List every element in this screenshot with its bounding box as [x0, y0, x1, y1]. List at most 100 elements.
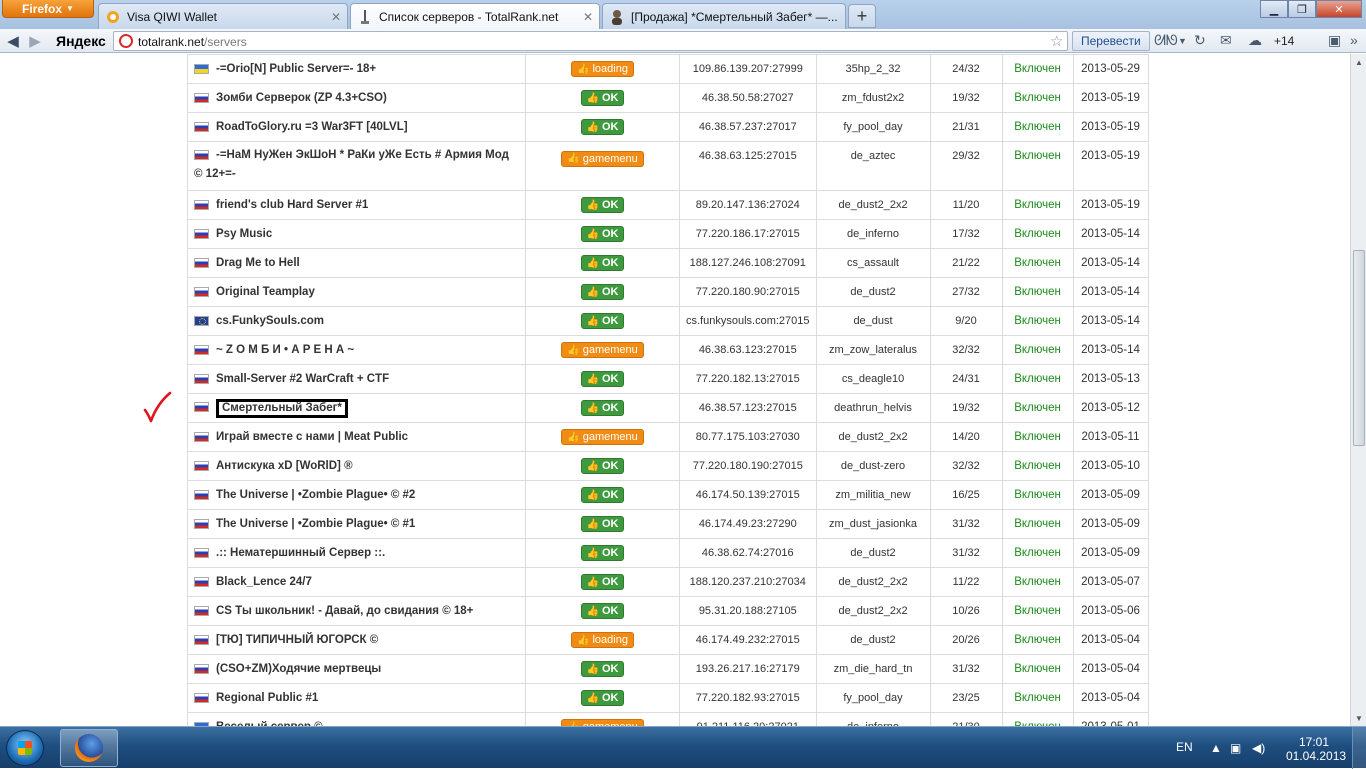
- table-row[interactable]: [ТЮ] ТИПИЧНЫЙ ЮГОРСК © 👍 loading 46.174.49.…: [187, 625, 1149, 655]
- tray-clock[interactable]: 17:01 01.04.2013: [1286, 735, 1346, 763]
- server-players-cell: 17/32: [929, 219, 1003, 249]
- scroll-up-icon[interactable]: ▲: [1351, 54, 1366, 70]
- bookmark-star-icon[interactable]: ☆: [1050, 32, 1063, 50]
- site-identity-icon[interactable]: [119, 34, 133, 48]
- mail-icon[interactable]: ✉: [1220, 32, 1232, 49]
- server-name-link[interactable]: Small-Server #2 WarCraft + CTF: [216, 373, 389, 385]
- scroll-down-icon[interactable]: ▼: [1351, 710, 1366, 726]
- tray-expand-icon[interactable]: ▲: [1210, 741, 1222, 755]
- scroll-thumb[interactable]: [1353, 250, 1365, 446]
- server-name-link[interactable]: Антискука xD [WoRlD] ®: [216, 460, 353, 472]
- table-row[interactable]: (CSO+ZM)Ходячие мертвецы 👍 OK 193.26.217.16…: [187, 654, 1149, 684]
- close-icon[interactable]: ✕: [331, 10, 341, 24]
- table-row[interactable]: cs.FunkySouls.com 👍 OK cs.funkysouls.com:27…: [187, 306, 1149, 336]
- table-row[interactable]: Веселый сервер © 👍gamemenu 91.211.116.20:2…: [187, 712, 1149, 726]
- reload-icon[interactable]: ↻: [1194, 32, 1206, 49]
- server-name-link[interactable]: Drag Me to Hell: [216, 257, 300, 269]
- server-name-link[interactable]: Black_Lence 24/7: [216, 576, 312, 588]
- url-bar[interactable]: totalrank.net/servers: [113, 31, 1068, 51]
- translate-button[interactable]: Перевести: [1072, 31, 1150, 51]
- server-name-link[interactable]: .:: Нематершинный Сервер ::.: [216, 547, 385, 559]
- tab-qiwi[interactable]: Visa QIWI Wallet ✕: [98, 3, 348, 29]
- back-arrow-icon[interactable]: ◀: [4, 32, 22, 50]
- status-badge: 👍 loading: [571, 61, 634, 78]
- window-controls: ▁ ❐ ✕: [1260, 0, 1362, 18]
- tab-totalrank[interactable]: Список серверов - TotalRank.net ✕: [350, 3, 600, 30]
- chevron-down-icon[interactable]: ▼: [1178, 36, 1187, 46]
- volume-icon[interactable]: ◀): [1252, 741, 1265, 755]
- table-row[interactable]: Зомби Серверок (ZP 4.3+CSO) 👍 OK 46.38.50.5…: [187, 83, 1149, 113]
- new-tab-button[interactable]: +: [848, 4, 876, 28]
- server-name-link[interactable]: -=Orio[N] Public Server=- 18+: [216, 63, 376, 75]
- firefox-menu-button[interactable]: Firefox ▼: [2, 0, 94, 18]
- yandex-logo[interactable]: Яндекс: [56, 33, 106, 49]
- thumbs-up-icon: 👍: [567, 431, 580, 443]
- network-icon[interactable]: ▣: [1230, 741, 1241, 755]
- table-row[interactable]: Regional Public #1 👍 OK 77.220.182.93:27015…: [187, 683, 1149, 713]
- server-map-cell: 35hp_2_32: [815, 54, 931, 84]
- table-row[interactable]: .:: Нематершинный Сервер ::. 👍 OK 46.38.62.…: [187, 538, 1149, 568]
- table-row[interactable]: Small-Server #2 WarCraft + CTF 👍 OK 77.220.…: [187, 364, 1149, 394]
- start-button[interactable]: [6, 730, 44, 766]
- status-label: OK: [601, 460, 619, 473]
- table-row[interactable]: CS Ты школьник! - Давай, до свидания © 1…: [187, 596, 1149, 626]
- table-row[interactable]: Играй вместе с нами | Meat Public 👍 gameme…: [187, 422, 1149, 452]
- table-row[interactable]: The Universe | •Zombie Plague• © #1 👍 OK 46…: [187, 509, 1149, 539]
- close-window-button[interactable]: ✕: [1316, 0, 1362, 18]
- table-row[interactable]: The Universe | •Zombie Plague• © #2 👍 OK 46…: [187, 480, 1149, 510]
- server-name-link[interactable]: friend's club Hard Server #1: [216, 199, 368, 211]
- minimize-button[interactable]: ▁: [1260, 0, 1288, 18]
- server-name-link[interactable]: Psy Music: [216, 228, 272, 240]
- server-name-link[interactable]: The Universe | •Zombie Plague• © #1: [216, 518, 415, 530]
- flag-ru-icon: [194, 576, 209, 587]
- glasses-icon[interactable]: ᘛᘚ: [1154, 32, 1178, 49]
- close-icon[interactable]: ✕: [583, 10, 593, 24]
- forward-arrow-icon[interactable]: ▶: [26, 32, 44, 50]
- server-name-link[interactable]: Regional Public #1: [216, 692, 318, 704]
- language-indicator[interactable]: EN: [1176, 740, 1193, 754]
- server-name-link[interactable]: [ТЮ] ТИПИЧНЫЙ ЮГОРСК ©: [216, 634, 378, 646]
- taskbar-firefox-button[interactable]: [60, 729, 118, 767]
- table-row[interactable]: Drag Me to Hell 👍 OK 188.127.246.108:27091 c…: [187, 248, 1149, 278]
- table-row[interactable]: RoadToGlory.ru =3 War3FT [40LVL] 👍 OK 46.38…: [187, 112, 1149, 142]
- table-row[interactable]: Black_Lence 24/7 👍 OK 188.120.237.210:27034…: [187, 567, 1149, 597]
- server-name-link[interactable]: Играй вместе с нами | Meat Public: [216, 431, 408, 443]
- tab-label: Список серверов - TotalRank.net: [379, 10, 559, 24]
- server-name-link[interactable]: cs.FunkySouls.com: [216, 315, 324, 327]
- menu-icon[interactable]: »: [1350, 32, 1358, 48]
- server-players-cell: 11/22: [929, 567, 1003, 597]
- server-name-cell: Small-Server #2 WarCraft + CTF: [187, 364, 526, 394]
- server-name-link[interactable]: The Universe | •Zombie Plague• © #2: [216, 489, 415, 501]
- show-desktop-button[interactable]: [1352, 727, 1366, 769]
- flag-ru-icon: [194, 199, 209, 210]
- server-state-cell: Включен: [1001, 451, 1074, 481]
- status-badge: 👍 OK: [580, 400, 625, 417]
- weather-icon[interactable]: ☁: [1248, 32, 1262, 49]
- server-name-link[interactable]: Зомби Серверок (ZP 4.3+CSO): [216, 92, 387, 104]
- server-map-cell: de_dust2: [815, 625, 931, 655]
- table-row[interactable]: -=НаМ НуЖен ЭкШоН * РаКи уЖе Есть # Арми…: [187, 141, 1149, 191]
- maximize-button[interactable]: ❐: [1288, 0, 1316, 18]
- server-date-cell: 2013-05-09: [1072, 509, 1149, 539]
- server-players-cell: 14/20: [929, 422, 1003, 452]
- server-name-link[interactable]: Смертельный Забег*: [216, 398, 348, 418]
- server-name-link[interactable]: CS Ты школьник! - Давай, до свидания © 1…: [216, 605, 473, 617]
- vertical-scrollbar[interactable]: ▲ ▼: [1350, 54, 1366, 726]
- table-row[interactable]: Original Teamplay 👍 OK 77.220.180.90:27015 d…: [187, 277, 1149, 307]
- table-row[interactable]: Антискука xD [WoRlD] ® 👍 OK 77.220.180.190:…: [187, 451, 1149, 481]
- server-players-cell: 27/32: [929, 277, 1003, 307]
- tab-sale[interactable]: [Продажа] *Смертельный Забег* —...: [602, 3, 846, 29]
- server-name-link[interactable]: ~ Z O M Б И • А Р Е Н А ~: [216, 344, 354, 356]
- server-name-link[interactable]: (CSO+ZM)Ходячие мертвецы: [216, 663, 381, 675]
- table-row[interactable]: ~ Z O M Б И • А Р Е Н А ~ 👍 gamemenu 46.38.…: [187, 335, 1149, 365]
- server-name-link[interactable]: Original Teamplay: [216, 286, 315, 298]
- server-name-link[interactable]: RoadToGlory.ru =3 War3FT [40LVL]: [216, 121, 408, 133]
- addons-icon[interactable]: ▣: [1328, 32, 1341, 49]
- table-row[interactable]: friend's club Hard Server #1 👍 OK 89.20.147…: [187, 190, 1149, 220]
- server-players-cell: 21/22: [929, 248, 1003, 278]
- status-label: OK: [601, 373, 619, 386]
- server-name-link[interactable]: -=НаМ НуЖен ЭкШоН * РаКи уЖе Есть # Арми…: [194, 149, 509, 180]
- table-row[interactable]: Смертельный Забег* 👍 OK 46.38.57.123:27015 d…: [187, 393, 1149, 423]
- table-row[interactable]: Psy Music 👍 OK 77.220.186.17:27015 de_infern…: [187, 219, 1149, 249]
- table-row[interactable]: -=Orio[N] Public Server=- 18+ 👍 loading 109…: [187, 54, 1149, 84]
